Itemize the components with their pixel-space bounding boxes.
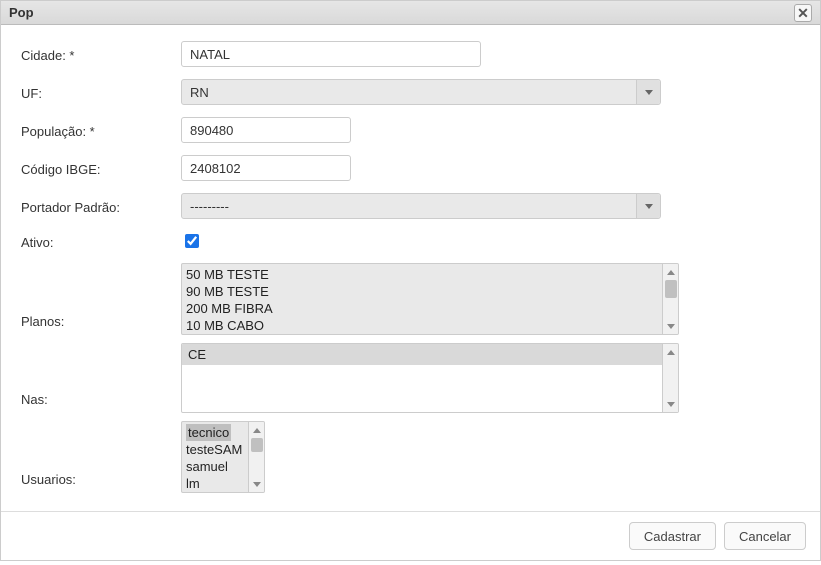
label-codigo-ibge: Código IBGE:	[21, 159, 181, 177]
chevron-down-icon	[667, 324, 675, 329]
row-portador-padrao: Portador Padrão: ---------	[21, 193, 800, 219]
list-item[interactable]: 50 MB TESTE	[186, 266, 674, 283]
row-usuarios: Usuarios: tecnico testeSAM samuel lm	[21, 421, 800, 493]
dialog-title: Pop	[9, 5, 34, 20]
codigo-ibge-input[interactable]	[181, 155, 351, 181]
planos-listbox[interactable]: 50 MB TESTE 90 MB TESTE 200 MB FIBRA 10 …	[181, 263, 679, 335]
label-uf: UF:	[21, 83, 181, 101]
row-uf: UF: RN	[21, 79, 800, 105]
scroll-up-button[interactable]	[663, 344, 678, 360]
ativo-checkbox[interactable]	[185, 234, 199, 248]
label-planos: Planos:	[21, 311, 181, 335]
dialog-body: Cidade: * UF: RN População: *	[1, 25, 820, 511]
label-populacao: População: *	[21, 121, 181, 139]
dialog-footer: Cadastrar Cancelar	[1, 511, 820, 560]
chevron-up-icon	[253, 428, 261, 433]
row-ativo: Ativo:	[21, 231, 800, 251]
label-usuarios: Usuarios:	[21, 469, 181, 493]
row-cidade: Cidade: *	[21, 41, 800, 67]
nas-scrollbar[interactable]	[662, 344, 678, 412]
row-planos: Planos: 50 MB TESTE 90 MB TESTE 200 MB F…	[21, 263, 800, 335]
list-item[interactable]: 200 MB FIBRA	[186, 300, 674, 317]
cadastrar-button[interactable]: Cadastrar	[629, 522, 716, 550]
close-button[interactable]: ✕	[794, 4, 812, 22]
portador-padrao-select[interactable]: ---------	[181, 193, 661, 219]
chevron-down-icon	[253, 482, 261, 487]
dialog-titlebar: Pop ✕	[1, 1, 820, 25]
chevron-down-icon	[645, 204, 653, 209]
scroll-thumb[interactable]	[251, 438, 263, 452]
uf-value: RN	[190, 85, 209, 100]
row-populacao: População: *	[21, 117, 800, 143]
label-ativo: Ativo:	[21, 232, 181, 250]
label-portador-padrao: Portador Padrão:	[21, 197, 181, 215]
list-item[interactable]: 90 MB TESTE	[186, 283, 674, 300]
cidade-input[interactable]	[181, 41, 481, 67]
scroll-up-button[interactable]	[663, 264, 678, 280]
portador-dropdown-button[interactable]	[636, 194, 660, 218]
chevron-up-icon	[667, 350, 675, 355]
scroll-thumb[interactable]	[665, 280, 677, 298]
planos-scrollbar[interactable]	[662, 264, 678, 334]
list-item[interactable]: CE	[182, 344, 678, 365]
row-codigo-ibge: Código IBGE:	[21, 155, 800, 181]
label-cidade: Cidade: *	[21, 45, 181, 63]
cancelar-button[interactable]: Cancelar	[724, 522, 806, 550]
usuarios-scrollbar[interactable]	[248, 422, 264, 492]
scroll-down-button[interactable]	[663, 396, 678, 412]
usuarios-listbox[interactable]: tecnico testeSAM samuel lm	[181, 421, 265, 493]
uf-dropdown-button[interactable]	[636, 80, 660, 104]
chevron-down-icon	[645, 90, 653, 95]
scroll-up-button[interactable]	[249, 422, 264, 438]
scroll-down-button[interactable]	[663, 318, 678, 334]
portador-padrao-value: ---------	[190, 199, 229, 214]
pop-dialog: Pop ✕ Cidade: * UF: RN	[0, 0, 821, 561]
nas-listbox[interactable]: CE	[181, 343, 679, 413]
populacao-input[interactable]	[181, 117, 351, 143]
uf-select[interactable]: RN	[181, 79, 661, 105]
chevron-up-icon	[667, 270, 675, 275]
close-icon: ✕	[797, 6, 809, 20]
scroll-down-button[interactable]	[249, 476, 264, 492]
list-item[interactable]: 10 MB CABO	[186, 317, 674, 334]
row-nas: Nas: CE	[21, 343, 800, 413]
label-nas: Nas:	[21, 389, 181, 413]
list-item[interactable]: tecnico	[186, 424, 231, 441]
chevron-down-icon	[667, 402, 675, 407]
